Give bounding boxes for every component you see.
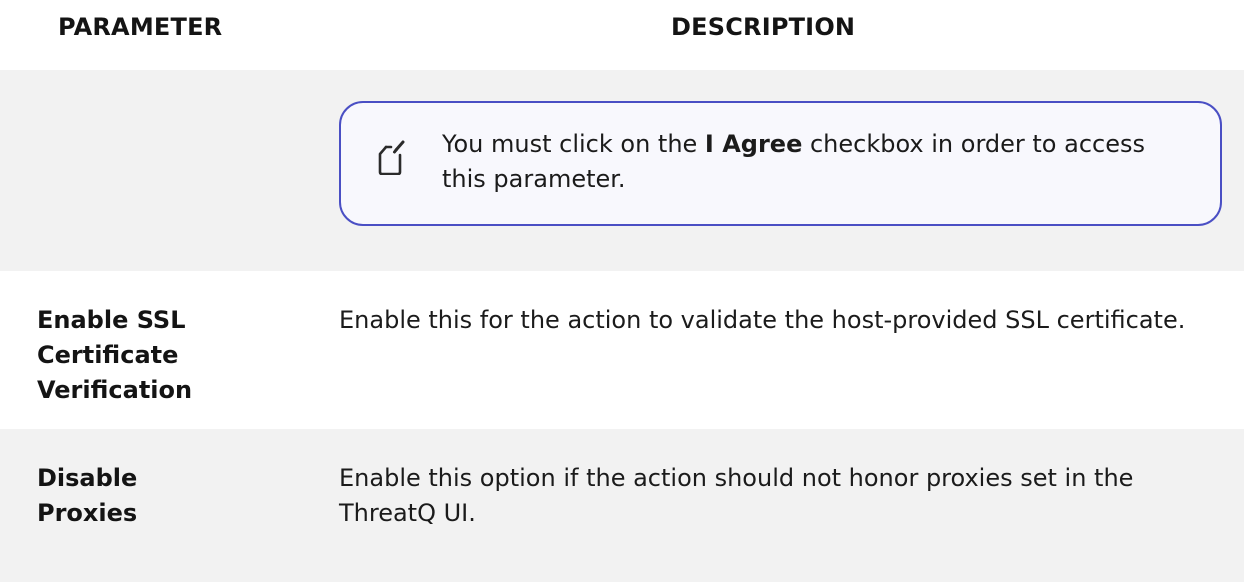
note-text-bold: I Agree (704, 130, 803, 158)
note-callout: You must click on the I Agree checkbox i… (339, 101, 1222, 226)
table-row: Enable SSL Certificate Verification Enab… (0, 271, 1244, 429)
header-parameter: PARAMETER (58, 13, 223, 41)
table-row: Disable Proxies Enable this option if th… (0, 429, 1244, 582)
parameter-name: Disable Proxies (37, 464, 138, 527)
header-description: DESCRIPTION (671, 13, 856, 41)
parameter-name: Enable SSL Certificate Verification (37, 306, 193, 404)
table-header: PARAMETER DESCRIPTION (0, 0, 1244, 70)
parameter-table: PARAMETER DESCRIPTION You must click on … (0, 0, 1244, 582)
note-text-before: You must click on the (442, 130, 705, 158)
table-row-note: You must click on the I Agree checkbox i… (0, 70, 1244, 271)
note-pencil-icon (378, 140, 405, 175)
parameter-description: Enable this option if the action should … (339, 464, 1134, 527)
note-text: You must click on the I Agree checkbox i… (442, 127, 1182, 197)
parameter-description: Enable this for the action to validate t… (339, 306, 1186, 334)
